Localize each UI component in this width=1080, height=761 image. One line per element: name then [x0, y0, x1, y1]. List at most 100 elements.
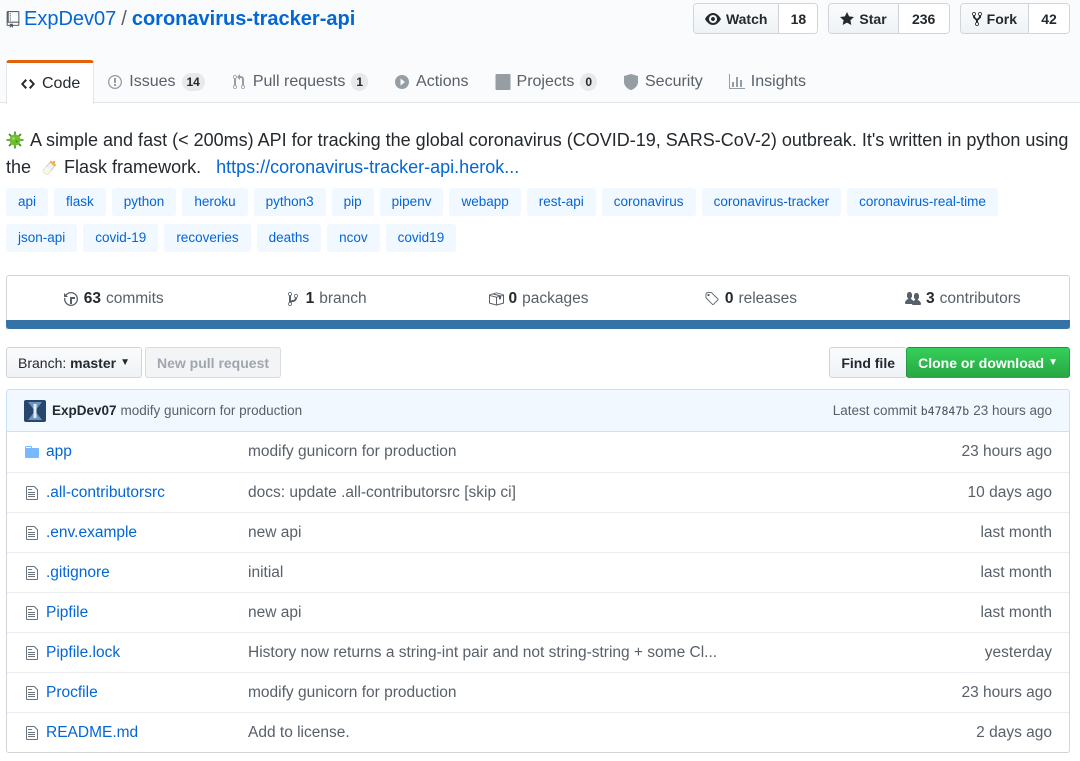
description-text-after: Flask framework. — [64, 157, 202, 177]
repo-actions: Watch 18 Star 236 Fork 42 — [692, 3, 1070, 34]
tab-label: Security — [645, 73, 703, 90]
topic-tag[interactable]: coronavirus-tracker — [701, 188, 842, 216]
tab-security[interactable]: Security — [610, 60, 716, 104]
file-icon — [26, 645, 38, 660]
file-commit-message[interactable]: docs: update .all-contributorsrc [skip c… — [248, 484, 869, 502]
topic-tag[interactable]: webapp — [449, 188, 521, 216]
people-icon — [905, 292, 922, 305]
file-commit-message[interactable]: new api — [248, 604, 869, 622]
commits-label: commits — [105, 290, 164, 307]
clone-label: Clone or download — [918, 354, 1045, 371]
file-commit-message[interactable]: new api — [248, 524, 869, 542]
topic-tag[interactable]: covid19 — [385, 224, 457, 252]
topic-tag[interactable]: rest-api — [526, 188, 596, 216]
tab-issues[interactable]: Issues 14 — [94, 60, 218, 104]
topic-tag[interactable]: pipenv — [379, 188, 444, 216]
projects-counter: 0 — [580, 73, 597, 91]
file-commit-message[interactable]: modify gunicorn for production — [248, 443, 869, 461]
find-file-button[interactable]: Find file — [829, 347, 907, 378]
topic-tag[interactable]: python3 — [253, 188, 326, 216]
topic-tag[interactable]: pip — [331, 188, 374, 216]
topic-tag[interactable]: coronavirus — [601, 188, 696, 216]
new-pull-request-button[interactable]: New pull request — [145, 347, 282, 378]
star-button[interactable]: Star — [829, 4, 899, 33]
tab-code[interactable]: Code — [6, 60, 95, 104]
code-icon — [21, 78, 35, 89]
topics-list: api flask python heroku python3 pip pipe… — [6, 188, 1074, 252]
table-row: .all-contributorsrc docs: update .all-co… — [7, 472, 1069, 512]
star-group: Star 236 — [828, 3, 950, 34]
topic-tag[interactable]: python — [111, 188, 177, 216]
watch-count[interactable]: 18 — [779, 4, 818, 33]
topic-tag[interactable]: coronavirus-real-time — [847, 188, 998, 216]
star-label: Star — [859, 10, 887, 27]
branch-select-button[interactable]: Branch: master ▼ — [6, 347, 142, 378]
file-name-link[interactable]: .all-contributorsrc — [46, 484, 248, 502]
topic-tag[interactable]: json-api — [6, 224, 78, 252]
repo-description: A simple and fast (< 200ms) API for trac… — [6, 127, 1074, 181]
tab-projects[interactable]: Projects 0 — [482, 60, 610, 104]
contributors-link[interactable]: 3 contributors — [857, 276, 1069, 322]
star-count[interactable]: 236 — [898, 4, 949, 33]
language-bar[interactable] — [6, 320, 1070, 329]
latest-commit-label: Latest commit — [832, 403, 917, 418]
topic-tag[interactable]: recoveries — [164, 224, 251, 252]
table-row: README.md Add to license. 2 days ago — [7, 712, 1069, 752]
file-name-link[interactable]: README.md — [46, 724, 248, 742]
contributors-count: 3 — [926, 290, 935, 307]
branch-icon — [287, 292, 298, 306]
releases-count: 0 — [724, 290, 734, 307]
topic-tag[interactable]: heroku — [182, 188, 248, 216]
commit-sha[interactable]: b47847b — [921, 404, 969, 418]
topic-tag[interactable]: covid-19 — [83, 224, 159, 252]
file-navigation: Branch: master ▼ New pull request Find f… — [6, 347, 1070, 378]
contributors-label: contributors — [939, 290, 1021, 307]
tab-pull-requests[interactable]: Pull requests 1 — [218, 60, 381, 104]
package-icon — [488, 292, 504, 306]
file-age: yesterday — [984, 643, 1052, 661]
topic-tag[interactable]: flask — [54, 188, 106, 216]
fork-count[interactable]: 42 — [1029, 4, 1069, 33]
file-name-link[interactable]: Pipfile.lock — [46, 644, 248, 662]
file-commit-message[interactable]: modify gunicorn for production — [248, 684, 869, 702]
watch-button[interactable]: Watch — [693, 4, 780, 33]
star-icon — [840, 11, 855, 25]
fork-button[interactable]: Fork — [960, 4, 1029, 33]
file-age: last month — [980, 603, 1052, 621]
file-name-link[interactable]: Procfile — [46, 684, 248, 702]
pull-requests-counter: 1 — [351, 73, 369, 91]
shield-icon — [624, 74, 638, 90]
avatar[interactable] — [24, 399, 46, 422]
watch-label: Watch — [725, 10, 768, 27]
file-name-link[interactable]: Pipfile — [46, 604, 248, 622]
file-name-link[interactable]: .env.example — [46, 524, 248, 542]
releases-link[interactable]: 0 releases — [644, 276, 856, 322]
tab-actions[interactable]: Actions — [381, 60, 481, 104]
repo-path-separator: / — [121, 7, 127, 30]
tab-insights[interactable]: Insights — [716, 60, 819, 104]
branches-link[interactable]: 1 branch — [219, 276, 431, 322]
commit-message[interactable]: modify gunicorn for production — [121, 403, 303, 418]
branch-count: 1 — [305, 290, 315, 307]
repo-name-link[interactable]: coronavirus-tracker-api — [132, 8, 355, 31]
commit-author[interactable]: ExpDev07 — [52, 403, 117, 418]
file-commit-message[interactable]: initial — [248, 564, 869, 582]
file-commit-message[interactable]: History now returns a string-int pair an… — [248, 644, 869, 662]
packages-link[interactable]: 0 packages — [432, 276, 644, 322]
topic-tag[interactable]: deaths — [256, 224, 322, 252]
microbe-emoji-icon — [6, 131, 24, 149]
topic-tag[interactable]: ncov — [327, 224, 380, 252]
file-name-link[interactable]: app — [46, 443, 248, 461]
file-icon — [26, 525, 38, 540]
topic-tag[interactable]: api — [6, 188, 49, 216]
homepage-link[interactable]: https://coronavirus-tracker-api.herok... — [216, 157, 519, 177]
repo-nav: Code Issues 14 Pull requests 1 Actions P… — [6, 60, 819, 104]
watch-group: Watch 18 — [692, 3, 819, 34]
commits-link[interactable]: 63 commits — [7, 276, 219, 322]
file-commit-message[interactable]: Add to license. — [248, 724, 869, 742]
file-name-link[interactable]: .gitignore — [46, 564, 248, 582]
repo-owner-link[interactable]: ExpDev07 — [24, 8, 116, 31]
clone-download-button[interactable]: Clone or download ▼ — [906, 347, 1070, 378]
file-icon — [26, 565, 38, 580]
file-icon — [26, 605, 38, 620]
